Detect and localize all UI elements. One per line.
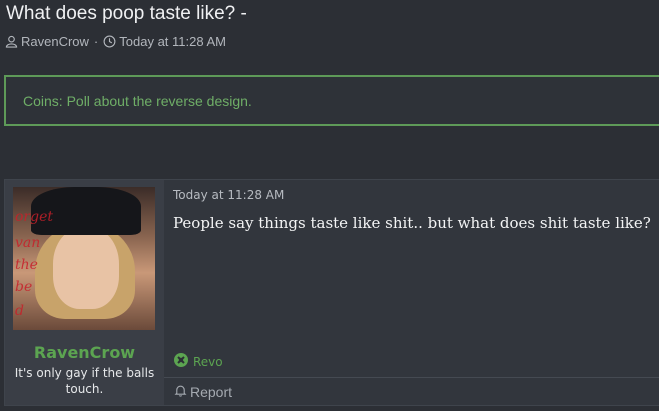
avatar-caption: van <box>15 235 41 251</box>
post-body: People say things taste like shit.. but … <box>173 214 651 232</box>
thread-time-link[interactable]: Today at 11:28 AM <box>119 34 226 49</box>
reaction-icon <box>173 352 189 371</box>
clock-icon <box>103 35 116 48</box>
notice-banner: Coins: Poll about the reverse design. <box>4 75 659 126</box>
post-username[interactable]: RavenCrow <box>5 343 164 362</box>
bell-icon <box>174 384 187 400</box>
report-button[interactable]: Report <box>174 384 232 400</box>
avatar-caption: be <box>15 279 33 295</box>
post: orget van the be d RavenCrow It's only g… <box>4 179 659 406</box>
user-icon <box>5 35 18 48</box>
thread-meta: RavenCrow · Today at 11:28 AM <box>5 34 226 49</box>
user-title: It's only gay if the balls touch. <box>14 366 155 396</box>
post-footer: Report <box>164 377 659 408</box>
notice-link[interactable]: Coins: Poll about the reverse design. <box>23 93 252 109</box>
avatar-caption: the <box>15 257 38 273</box>
avatar[interactable]: orget van the be d <box>13 187 155 330</box>
post-user-column: orget van the be d RavenCrow It's only g… <box>5 180 164 405</box>
post-date[interactable]: Today at 11:28 AM <box>173 188 284 202</box>
avatar-caption: d <box>15 303 24 319</box>
thread-title: What does poop taste like? - <box>6 3 247 24</box>
meta-separator: · <box>93 34 99 49</box>
thread-author-link[interactable]: RavenCrow <box>21 34 89 49</box>
reaction-user[interactable]: Revo <box>193 355 223 369</box>
reaction-summary[interactable]: Revo <box>173 352 223 371</box>
avatar-caption: orget <box>15 209 53 225</box>
report-label: Report <box>190 384 233 400</box>
